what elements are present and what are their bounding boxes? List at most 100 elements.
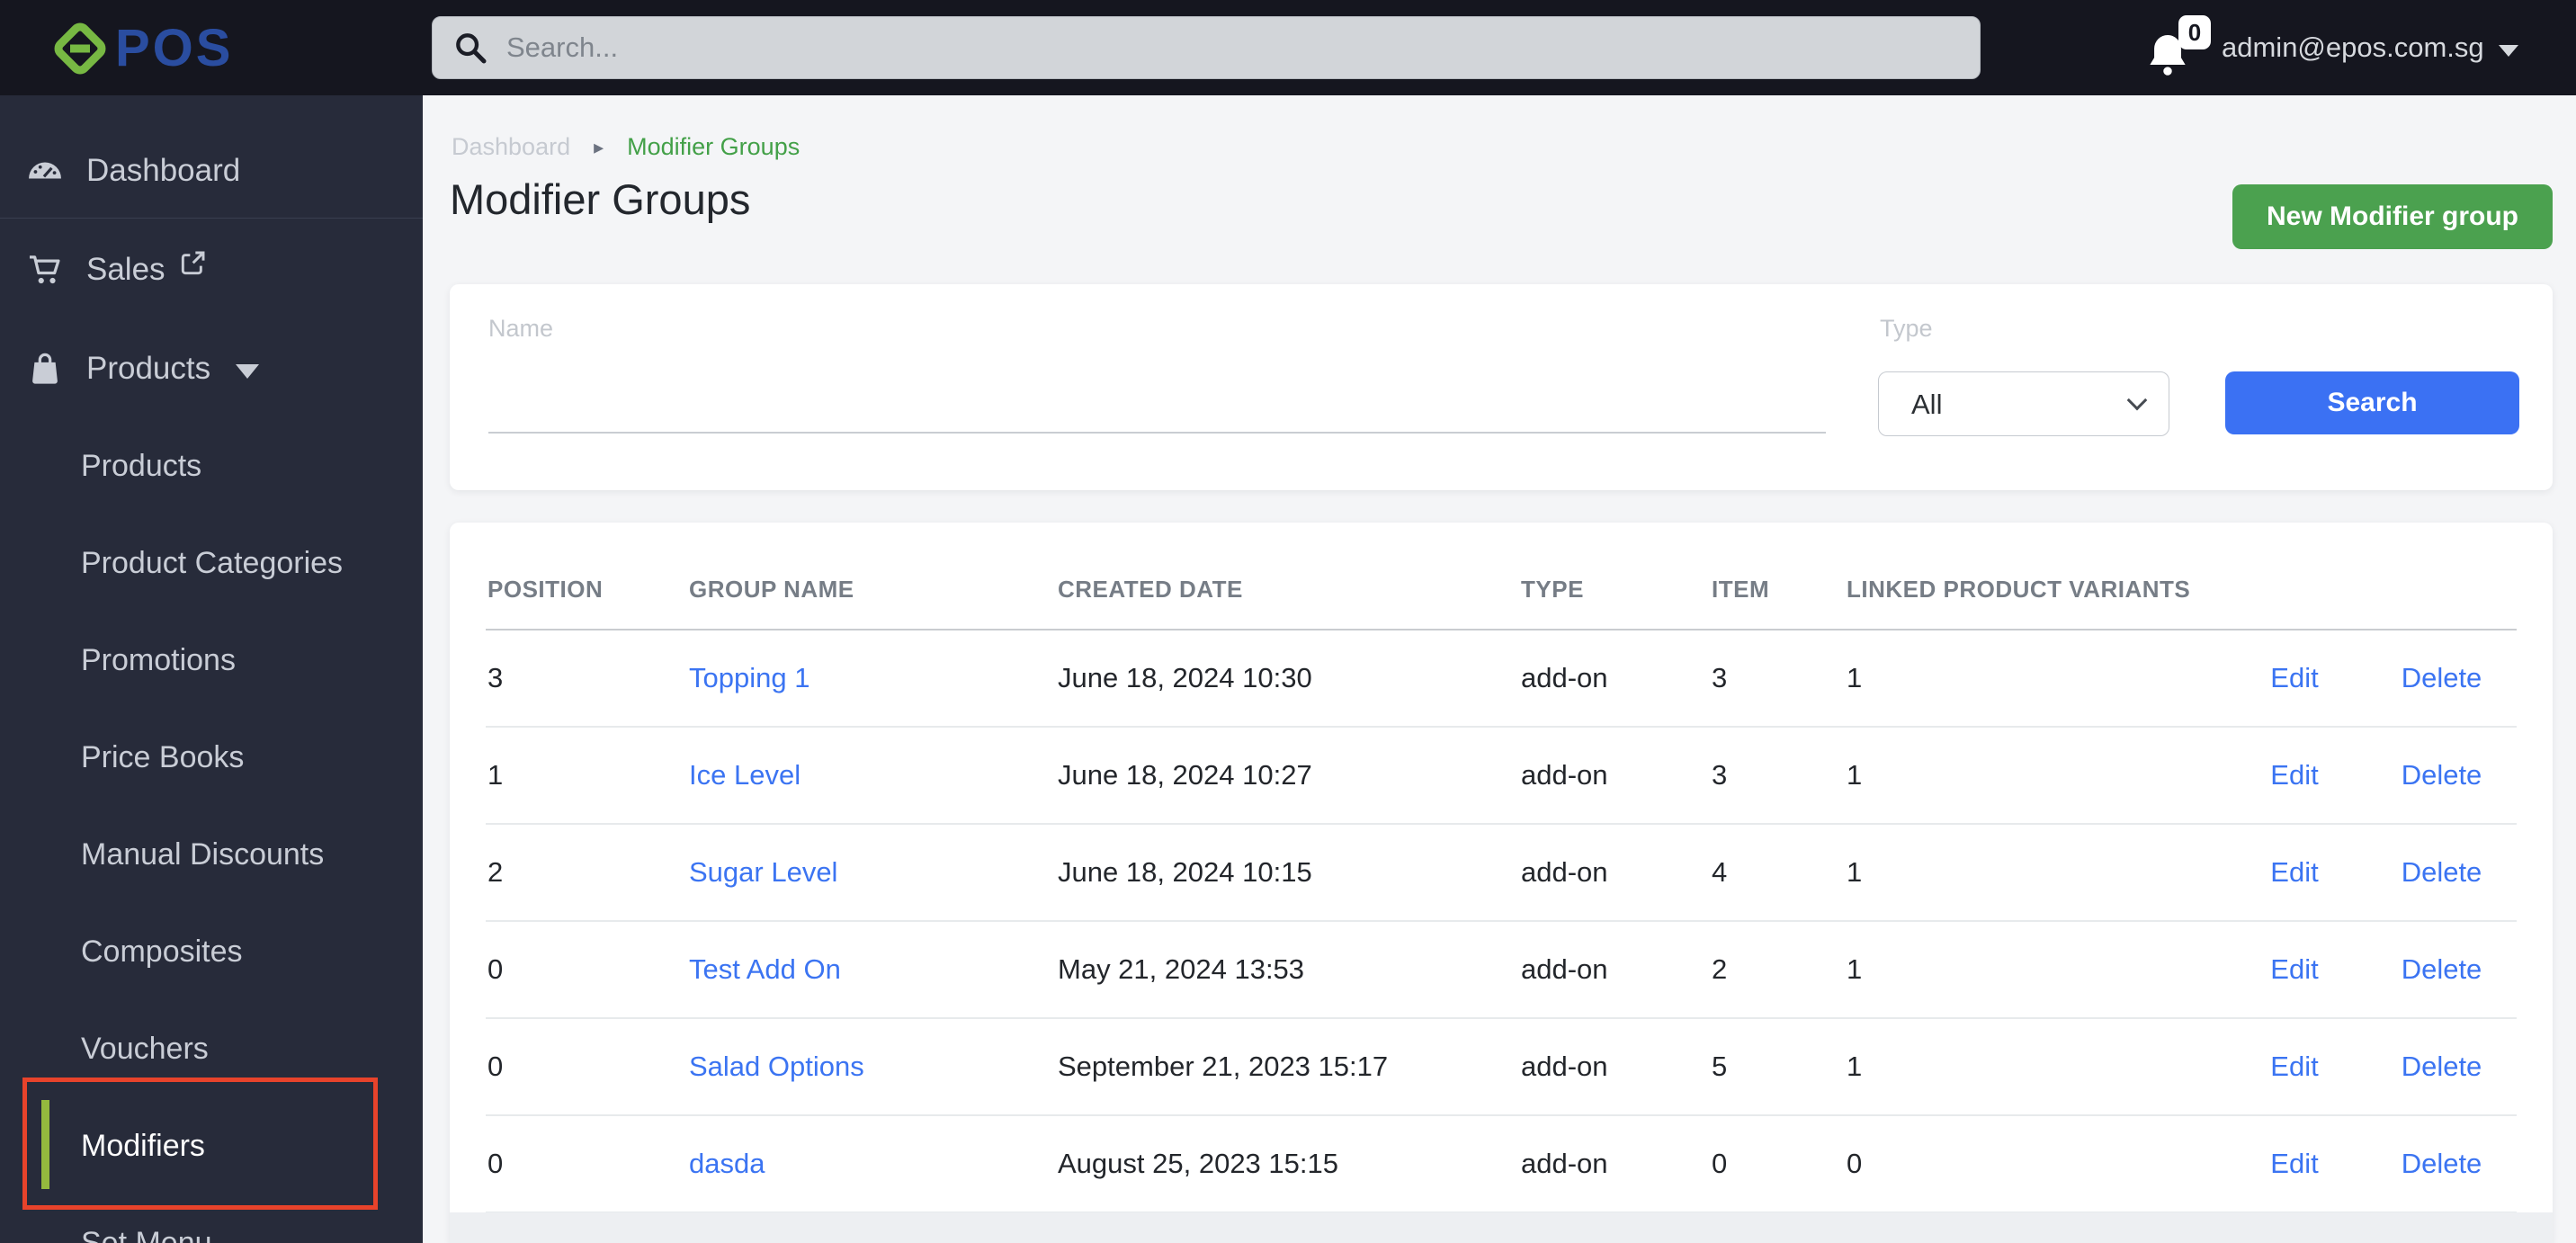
table-row: 0 Test Add On May 21, 2024 13:53 add-on …	[486, 921, 2517, 1019]
chevron-down-icon	[236, 364, 260, 379]
subitem-label: Product Categories	[81, 545, 344, 580]
column-header-group-name: GROUP NAME	[687, 523, 1056, 630]
delete-link[interactable]: Delete	[2402, 662, 2482, 693]
group-name-link[interactable]: Test Add On	[689, 953, 841, 985]
cell-linked: 1	[1845, 824, 2223, 922]
subitem-label: Composites	[81, 934, 243, 969]
cell-type: add-on	[1519, 824, 1710, 922]
edit-link[interactable]: Edit	[2270, 1051, 2318, 1082]
column-header-linked-product-variants: LINKED PRODUCT VARIANTS	[1845, 523, 2223, 630]
table-row: 1 Ice Level June 18, 2024 10:27 add-on 3…	[486, 727, 2517, 825]
global-search-input[interactable]	[505, 31, 1960, 65]
subitem-label: Price Books	[81, 739, 245, 774]
topbar: POS 0 admin@epos.com.sg	[0, 0, 2576, 95]
external-link-icon	[178, 249, 207, 286]
group-name-link[interactable]: Ice Level	[689, 759, 801, 791]
modifier-groups-table: POSITION GROUP NAME CREATED DATE TYPE IT…	[486, 523, 2517, 1213]
subitem-label: Set Menu	[81, 1225, 212, 1243]
cell-created-date: June 18, 2024 10:30	[1056, 630, 1519, 728]
page-title: Modifier Groups	[450, 175, 751, 223]
group-name-link[interactable]: dasda	[689, 1148, 765, 1179]
cell-created-date: May 21, 2024 13:53	[1056, 921, 1519, 1019]
gauge-icon	[27, 161, 63, 181]
delete-link[interactable]: Delete	[2402, 759, 2482, 791]
group-name-link[interactable]: Sugar Level	[689, 856, 837, 888]
breadcrumb-separator-icon: ▸	[594, 135, 604, 158]
cell-position: 2	[486, 824, 687, 922]
sidebar-subitem-set-menu[interactable]: Set Menu	[0, 1203, 423, 1243]
user-email-dropdown[interactable]: admin@epos.com.sg	[2222, 31, 2484, 64]
table-row: 3 Topping 1 June 18, 2024 10:30 add-on 3…	[486, 630, 2517, 728]
sidebar-item-label: Products	[86, 351, 211, 386]
column-header-position: POSITION	[486, 523, 687, 630]
delete-link[interactable]: Delete	[2402, 1051, 2482, 1082]
cell-item: 2	[1710, 921, 1845, 1019]
subitem-label: Promotions	[81, 642, 236, 677]
group-name-link[interactable]: Salad Options	[689, 1051, 864, 1082]
main-content: Dashboard ▸ Modifier Groups Modifier Gro…	[423, 95, 2576, 1243]
breadcrumb-dashboard-link[interactable]: Dashboard	[452, 133, 570, 161]
sidebar-subitem-manual-discounts[interactable]: Manual Discounts	[0, 815, 423, 894]
edit-link[interactable]: Edit	[2270, 856, 2318, 888]
cell-linked: 1	[1845, 1018, 2223, 1116]
table-row: 2 Sugar Level June 18, 2024 10:15 add-on…	[486, 824, 2517, 922]
name-filter-label: Name	[488, 315, 554, 342]
search-icon	[452, 30, 488, 66]
subitem-label: Manual Discounts	[81, 836, 325, 872]
cell-linked: 0	[1845, 1115, 2223, 1213]
cell-item: 3	[1710, 630, 1845, 728]
sidebar-item-sales[interactable]: Sales	[0, 230, 423, 309]
delete-link[interactable]: Delete	[2402, 1148, 2482, 1179]
sidebar-item-dashboard[interactable]: Dashboard	[0, 131, 423, 210]
delete-link[interactable]: Delete	[2402, 856, 2482, 888]
sidebar-subitem-product-categories[interactable]: Product Categories	[0, 523, 423, 603]
cell-created-date: June 18, 2024 10:27	[1056, 727, 1519, 825]
cell-type: add-on	[1519, 921, 1710, 1019]
sidebar-subitem-composites[interactable]: Composites	[0, 912, 423, 991]
group-name-link[interactable]: Topping 1	[689, 662, 809, 693]
cell-position: 0	[486, 921, 687, 1019]
topbar-user-area: 0 admin@epos.com.sg	[2148, 0, 2518, 95]
sidebar-subitem-promotions[interactable]: Promotions	[0, 621, 423, 700]
cell-position: 1	[486, 727, 687, 825]
column-header-type: TYPE	[1519, 523, 1710, 630]
delete-link[interactable]: Delete	[2402, 953, 2482, 985]
breadcrumb-current[interactable]: Modifier Groups	[627, 133, 800, 161]
cell-created-date: September 21, 2023 15:17	[1056, 1018, 1519, 1116]
name-filter-input[interactable]	[488, 374, 1826, 434]
type-filter-label: Type	[1880, 315, 1933, 342]
type-filter-select-wrap: All	[1878, 371, 2169, 436]
sidebar-item-products[interactable]: Products	[0, 329, 423, 408]
edit-link[interactable]: Edit	[2270, 1148, 2318, 1179]
edit-link[interactable]: Edit	[2270, 759, 2318, 791]
type-filter-select[interactable]: All	[1878, 371, 2169, 436]
sidebar-divider	[0, 218, 423, 219]
table-row: 0 Salad Options September 21, 2023 15:17…	[486, 1018, 2517, 1116]
new-modifier-group-button[interactable]: New Modifier group	[2232, 184, 2553, 249]
cell-position: 3	[486, 630, 687, 728]
edit-link[interactable]: Edit	[2270, 662, 2318, 693]
cell-type: add-on	[1519, 630, 1710, 728]
cell-item: 5	[1710, 1018, 1845, 1116]
epos-logo-text: POS	[115, 19, 234, 77]
cell-item: 4	[1710, 824, 1845, 922]
active-item-indicator-bar	[41, 1100, 49, 1189]
subitem-label: Modifiers	[81, 1128, 205, 1163]
cell-item: 0	[1710, 1115, 1845, 1213]
edit-link[interactable]: Edit	[2270, 953, 2318, 985]
sidebar-subitem-price-books[interactable]: Price Books	[0, 718, 423, 797]
cart-icon	[27, 255, 63, 285]
breadcrumb: Dashboard ▸ Modifier Groups	[452, 133, 800, 161]
notifications-button[interactable]: 0	[2148, 15, 2211, 76]
search-button[interactable]: Search	[2225, 371, 2519, 434]
global-search-bar[interactable]	[432, 16, 1981, 79]
filter-card: Name Type All Search	[450, 284, 2553, 490]
sidebar-subitem-products[interactable]: Products	[0, 426, 423, 505]
sidebar-subitem-vouchers[interactable]: Vouchers	[0, 1009, 423, 1088]
modifier-groups-table-card: POSITION GROUP NAME CREATED DATE TYPE IT…	[450, 523, 2553, 1243]
table-bottom-band	[450, 1212, 2553, 1243]
epos-logo[interactable]: POS	[50, 18, 234, 78]
sidebar-subitem-modifiers[interactable]: Modifiers	[0, 1106, 423, 1185]
sidebar-item-label: Dashboard	[86, 153, 241, 188]
epos-logo-icon	[50, 19, 110, 78]
